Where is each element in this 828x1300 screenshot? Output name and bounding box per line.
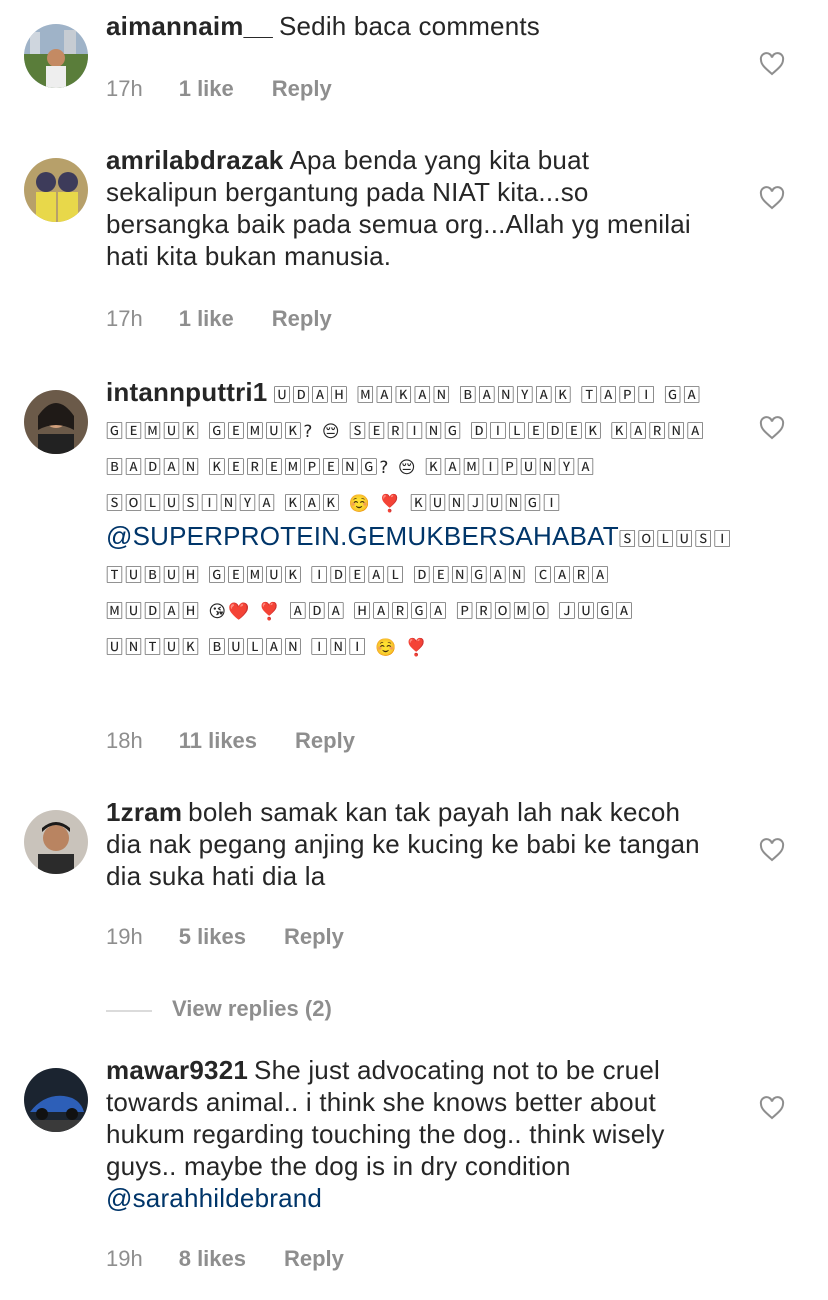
heart-outline-icon[interactable] (759, 416, 785, 440)
comment-time: 17h (106, 306, 143, 331)
comment-body: aimannaim__ Sedih baca comments (106, 10, 706, 42)
heart-outline-icon[interactable] (759, 838, 785, 862)
comment-body: intannputtri1 🅄🄳🄰🄷 🄼🄰🄺🄰🄽 🄱🄰🄽🅈🄰🄺 🅃🄰🄿🄸 🄶🄰 🄶… (106, 376, 731, 664)
reply-button[interactable]: Reply (295, 728, 355, 754)
comment-username[interactable]: mawar9321 (106, 1055, 248, 1085)
comment-likes[interactable]: 1 like (179, 306, 234, 332)
heart-outline-icon[interactable] (759, 1096, 785, 1120)
comment-username[interactable]: aimannaim__ (106, 11, 273, 41)
comment-meta: 17h 1 like Reply (106, 306, 332, 332)
comment-time: 17h (106, 76, 143, 101)
heart-outline-icon[interactable] (759, 52, 785, 76)
avatar[interactable] (24, 24, 88, 88)
comment-body: 1zram boleh samak kan tak payah lah nak k… (106, 796, 706, 892)
comment-meta: 17h 1 like Reply (106, 76, 332, 102)
avatar[interactable] (24, 1068, 88, 1132)
comment-meta: 18h 11 likes Reply (106, 728, 355, 754)
comment-text: Sedih baca comments (278, 11, 540, 41)
avatar[interactable] (24, 810, 88, 874)
comment-time: 18h (106, 728, 143, 753)
comment-username[interactable]: amrilabdrazak (106, 145, 283, 175)
comment-time: 19h (106, 1246, 143, 1271)
reply-divider-line (106, 1010, 152, 1012)
comment-meta: 19h 8 likes Reply (106, 1246, 344, 1272)
comment-likes[interactable]: 5 likes (179, 924, 246, 950)
comment-likes[interactable]: 1 like (179, 76, 234, 102)
reply-button[interactable]: Reply (284, 1246, 344, 1272)
mention-link[interactable]: @SUPERPROTEIN.GEMUKBERSAHABAT (106, 521, 619, 551)
comment-meta: 19h 5 likes Reply (106, 924, 344, 950)
mention-link[interactable]: @sarahhildebrand (106, 1183, 322, 1213)
reply-button[interactable]: Reply (272, 306, 332, 332)
comment-username[interactable]: intannputtri1 (106, 377, 267, 407)
heart-outline-icon[interactable] (759, 186, 785, 210)
reply-button[interactable]: Reply (284, 924, 344, 950)
comment-likes[interactable]: 8 likes (179, 1246, 246, 1272)
view-replies-label[interactable]: View replies (2) (172, 996, 332, 1022)
reply-button[interactable]: Reply (272, 76, 332, 102)
comment-username[interactable]: 1zram (106, 797, 182, 827)
avatar[interactable] (24, 158, 88, 222)
comment-body: amrilabdrazak Apa benda yang kita buat se… (106, 144, 706, 272)
avatar[interactable] (24, 390, 88, 454)
comment-time: 19h (106, 924, 143, 949)
comment-likes[interactable]: 11 likes (179, 728, 257, 754)
comment-body: mawar9321 She just advocating not to be c… (106, 1054, 706, 1214)
comment-text: boleh samak kan tak payah lah nak kecoh … (106, 797, 700, 891)
